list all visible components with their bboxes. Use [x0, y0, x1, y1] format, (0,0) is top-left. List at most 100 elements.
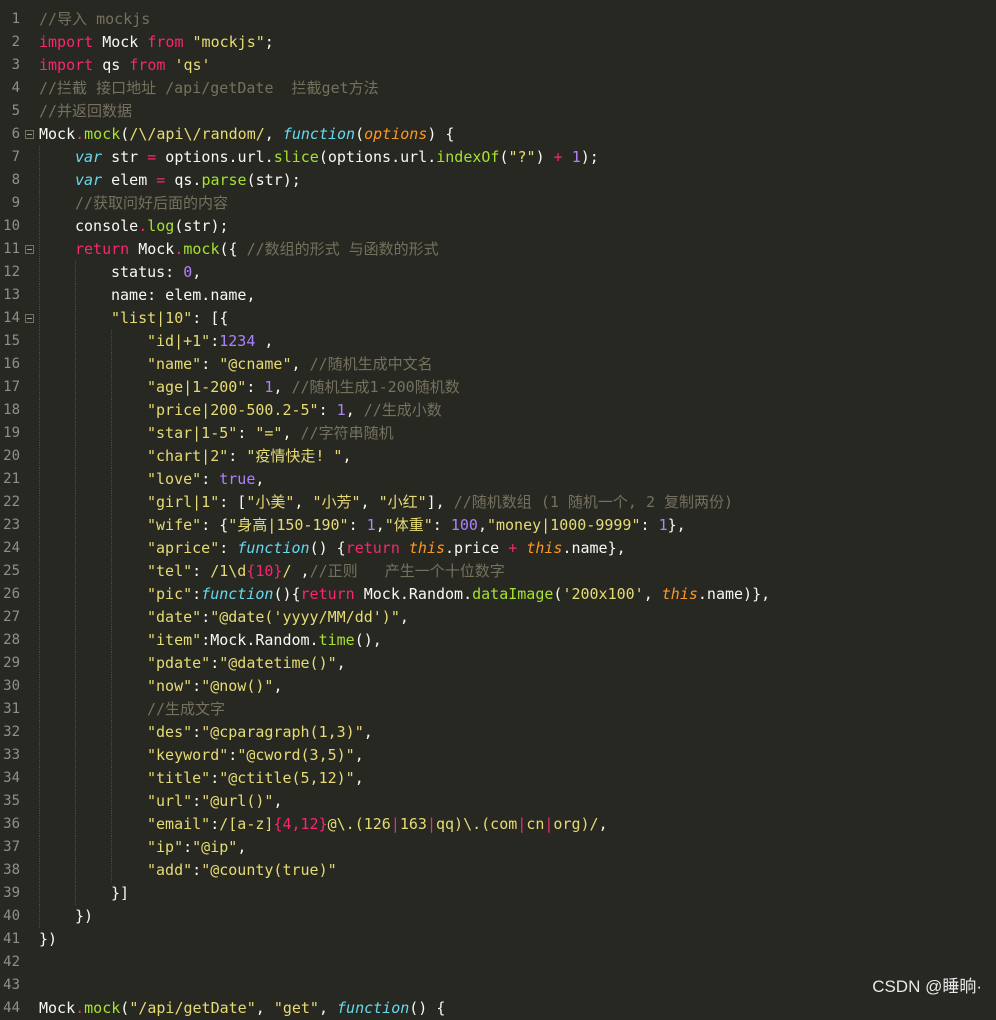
- code-token: "price|200-500.2-5": [147, 401, 319, 419]
- code-line[interactable]: 37 "ip":"@ip",: [0, 836, 996, 859]
- line-number: 23: [3, 517, 20, 533]
- code-line[interactable]: 35 "url":"@url()",: [0, 790, 996, 813]
- indent-guide: [111, 330, 112, 353]
- line-number: 19: [3, 425, 20, 441]
- indent-guide: [39, 882, 40, 905]
- code-line[interactable]: 12 status: 0,: [0, 261, 996, 284]
- indent-guide: [39, 192, 40, 215]
- code-line[interactable]: 32 "des":"@cparagraph(1,3)",: [0, 721, 996, 744]
- code-token: mock: [84, 125, 121, 143]
- code-line[interactable]: 40}): [0, 905, 996, 928]
- code-line[interactable]: 26 "pic":function(){return Mock.Random.da…: [0, 583, 996, 606]
- code-text: "ip":"@ip",: [147, 836, 246, 859]
- csdn-watermark: CSDN @睡晌·: [872, 977, 982, 996]
- code-token: "id|+1": [147, 332, 211, 350]
- code-token: '200x100': [562, 585, 644, 603]
- code-line[interactable]: 11 return Mock.mock({ //数组的形式 与函数的形式: [0, 238, 996, 261]
- code-token: 1: [658, 516, 668, 534]
- line-number: 10: [3, 218, 20, 234]
- code-token: qs.: [165, 171, 202, 189]
- code-line[interactable]: 44 Mock.mock("/api/getDate", "get", funct…: [0, 997, 996, 1020]
- code-line[interactable]: 6 Mock.mock(/\/api\/random/, function(opt…: [0, 123, 996, 146]
- code-line[interactable]: 25 "tel": /1\d{10}/ ,//正则 产生一个十位数字: [0, 560, 996, 583]
- code-token: :: [192, 585, 202, 603]
- code-line[interactable]: 17 "age|1-200": 1, //随机生成1-200随机数: [0, 376, 996, 399]
- fold-toggle-icon[interactable]: [25, 130, 34, 139]
- code-token: "aprice": [147, 539, 220, 557]
- code-line[interactable]: 22 "girl|1": ["小美", "小芳", "小红"], //随机数组 (…: [0, 491, 996, 514]
- line-number: 15: [3, 333, 20, 349]
- code-line[interactable]: 42: [0, 951, 996, 974]
- line-number: 27: [3, 609, 20, 625]
- code-line[interactable]: 43: [0, 974, 996, 997]
- indent-guide: [39, 284, 40, 307]
- code-token: "?": [508, 148, 536, 166]
- code-line[interactable]: 24 "aprice": function() {return this.pric…: [0, 537, 996, 560]
- code-token: "money|1000-9999": [486, 516, 641, 534]
- indent-guide: [75, 399, 76, 422]
- code-line[interactable]: 19 "star|1-5": "=", //字符串随机: [0, 422, 996, 445]
- indent-guide: [75, 629, 76, 652]
- code-line[interactable]: 9 //获取问好后面的内容: [0, 192, 996, 215]
- line-number: 21: [3, 471, 20, 487]
- code-token: =: [156, 171, 166, 189]
- code-line[interactable]: 33 "keyword":"@cword(3,5)",: [0, 744, 996, 767]
- code-token: "@date('yyyy/MM/dd')": [210, 608, 400, 626]
- code-line[interactable]: 28 "item":Mock.Random.time(),: [0, 629, 996, 652]
- code-line[interactable]: 36 "email":/[a-z]{4,12}@\.(126|163|qq)\.(…: [0, 813, 996, 836]
- code-line[interactable]: 23 "wife": {"身高|150-190": 1,"体重": 100,"mo…: [0, 514, 996, 537]
- code-token: :: [318, 401, 337, 419]
- code-token: (str);: [246, 171, 301, 189]
- code-line[interactable]: 5 //并返回数据: [0, 100, 996, 123]
- code-token: ,: [273, 378, 292, 396]
- code-line[interactable]: 14 "list|10": [{: [0, 307, 996, 330]
- code-line[interactable]: 34 "title":"@ctitle(5,12)",: [0, 767, 996, 790]
- code-token: Mock: [39, 999, 76, 1017]
- code-line[interactable]: 20 "chart|2": "疫情快走! ",: [0, 445, 996, 468]
- code-token: function: [201, 585, 274, 603]
- code-line[interactable]: 13 name: elem.name,: [0, 284, 996, 307]
- code-token: "love": [147, 470, 202, 488]
- code-line[interactable]: 38 "add":"@county(true)": [0, 859, 996, 882]
- code-editor[interactable]: 1//导入 mockjs 2 import Mock from "mockjs"; 3…: [0, 8, 996, 1020]
- code-line[interactable]: 15 "id|+1":1234 ,: [0, 330, 996, 353]
- indent-guide: [75, 767, 76, 790]
- code-line[interactable]: 7 var str = options.url.slice(options.url…: [0, 146, 996, 169]
- code-line[interactable]: 1 //导入 mockjs: [0, 8, 996, 31]
- code-text: "keyword":"@cword(3,5)",: [147, 744, 364, 767]
- code-text: "girl|1": ["小美", "小芳", "小红"], //随机数组 (1 …: [147, 491, 733, 514]
- indent-guide: [111, 583, 112, 606]
- fold-toggle-icon[interactable]: [25, 245, 34, 254]
- code-line[interactable]: 29 "pdate":"@datetime()",: [0, 652, 996, 675]
- code-token: Mock: [39, 125, 76, 143]
- code-line[interactable]: 3 import qs from 'qs': [0, 54, 996, 77]
- code-token: ,: [643, 585, 662, 603]
- code-token: "@cname": [219, 355, 292, 373]
- code-line[interactable]: 30 "now":"@now()",: [0, 675, 996, 698]
- code-line[interactable]: 10 console.log(str);: [0, 215, 996, 238]
- code-token: {4,12}: [273, 815, 328, 833]
- code-line[interactable]: 27 "date":"@date('yyyy/MM/dd')",: [0, 606, 996, 629]
- code-line[interactable]: 16 "name": "@cname", //随机生成中文名: [0, 353, 996, 376]
- code-line[interactable]: 39}]: [0, 882, 996, 905]
- fold-toggle-icon[interactable]: [25, 314, 34, 323]
- code-line[interactable]: 41}): [0, 928, 996, 951]
- code-line[interactable]: 31 //生成文字: [0, 698, 996, 721]
- indent-guide: [75, 422, 76, 445]
- code-line[interactable]: 2 import Mock from "mockjs";: [0, 31, 996, 54]
- code-line[interactable]: 4 //拦截 接口地址 /api/getDate 拦截get方法: [0, 77, 996, 100]
- code-line[interactable]: 8 var elem = qs.parse(str);: [0, 169, 996, 192]
- code-token: "@county(true)": [201, 861, 337, 879]
- indent-guide: [75, 698, 76, 721]
- code-text: //并返回数据: [39, 100, 132, 123]
- code-text: "tel": /1\d{10}/ ,//正则 产生一个十位数字: [147, 560, 505, 583]
- code-token: ,: [345, 401, 364, 419]
- code-line[interactable]: 21 "love": true,: [0, 468, 996, 491]
- code-token: 'qs': [174, 56, 211, 74]
- code-token: dataImage: [472, 585, 554, 603]
- code-line[interactable]: 18 "price|200-500.2-5": 1, //生成小数: [0, 399, 996, 422]
- indent-guide: [39, 146, 40, 169]
- code-token: "@datetime()": [219, 654, 337, 672]
- code-token: :: [183, 838, 193, 856]
- code-token: @\.(126: [327, 815, 391, 833]
